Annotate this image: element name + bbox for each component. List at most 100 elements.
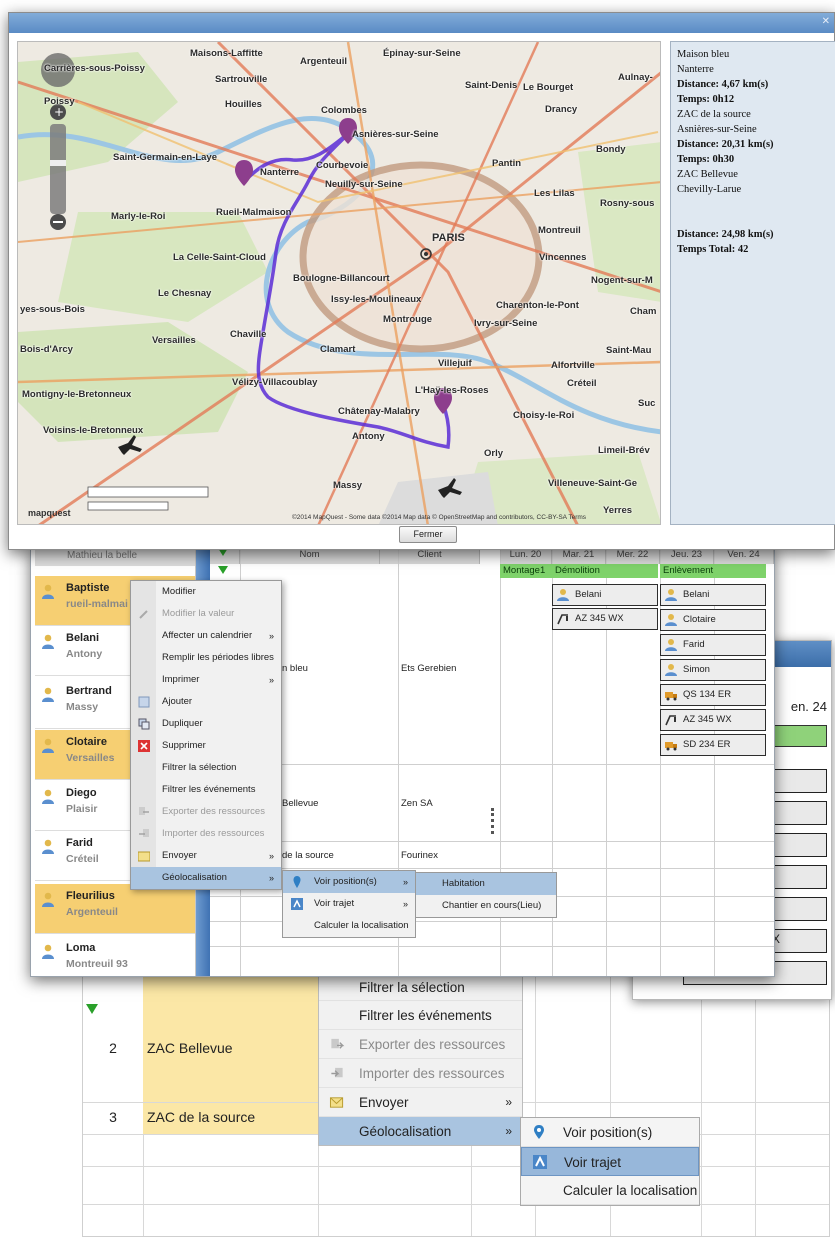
edit-icon: [139, 610, 148, 619]
info-line: Maison bleu: [677, 49, 730, 60]
map-attribution[interactable]: ©2014 MapQuest - Some data ©2014 Map dat…: [292, 514, 586, 521]
menu-item-print[interactable]: Imprimer »: [131, 669, 281, 691]
info-time: Temps: 0h30: [677, 154, 735, 165]
event-resource[interactable]: Belani: [552, 584, 658, 606]
close-icon[interactable]: ✕: [822, 16, 830, 27]
export-icon: [331, 1038, 345, 1049]
menu-item-label: Voir position(s): [314, 876, 377, 887]
row-label[interactable]: ZAC Bellevue: [147, 1040, 233, 1056]
menu-item-label: Calculer la localisation: [314, 920, 409, 931]
map-place-label: Villejuif: [438, 358, 472, 369]
menu-item-view-positions[interactable]: Voir position(s) »: [283, 871, 415, 893]
close-button[interactable]: Fermer: [399, 526, 457, 543]
event-resource[interactable]: Clotaire: [660, 609, 766, 631]
event-vehicle[interactable]: AZ 345 WX: [660, 709, 766, 731]
menu-item-view-route[interactable]: Voir trajet »: [283, 893, 415, 915]
resize-handle[interactable]: [491, 808, 494, 834]
event-demolition[interactable]: Démolition: [552, 564, 658, 578]
menu-item-compute-location[interactable]: Calculer la localisation: [283, 915, 415, 937]
menu-item-delete[interactable]: Supprimer: [131, 735, 281, 757]
menu-item-label: Remplir les périodes libres: [162, 652, 274, 663]
map-view[interactable]: + Maisons-Laffitte Épinay-sur-Seine Arge…: [17, 41, 661, 525]
map-place-label: Villeneuve-Saint-Ge: [548, 478, 638, 489]
row-divider: [210, 868, 774, 869]
info-time: Temps: 0h12: [677, 94, 735, 105]
map-place-label: Bondy: [596, 144, 626, 155]
menu-item-label: Filtrer les événements: [162, 784, 256, 795]
expand-triangle-icon[interactable]: [86, 1004, 98, 1014]
row-divider: [83, 1166, 829, 1167]
resource-name: Farid: [66, 837, 93, 849]
event-enlevement[interactable]: Enlèvement: [660, 564, 766, 578]
position-submenu: Habitation Chantier en cours(Lieu): [415, 872, 557, 918]
zoom-slider-icon[interactable]: +: [40, 52, 80, 232]
row-name[interactable]: Bellevue: [282, 798, 318, 809]
grid-line: [701, 976, 702, 1236]
menu-item-label: Voir trajet: [314, 898, 355, 909]
large-context-menu: Filtrer la sélection Filtrer les événeme…: [318, 975, 523, 1146]
menu-item-filter-events[interactable]: Filtrer les événements: [131, 779, 281, 801]
menu-item-modify[interactable]: Modifier: [131, 581, 281, 603]
map-place-label: Le Chesnay: [158, 288, 212, 299]
event-label: Clotaire: [683, 614, 716, 625]
menu-item-label: Géolocalisation: [162, 872, 227, 883]
import-icon: [139, 829, 149, 837]
map-pin-icon: [534, 1125, 544, 1139]
day-header: en. 24: [790, 699, 827, 714]
menu-item-geolocation[interactable]: Géolocalisation »: [131, 867, 281, 889]
menu-item-current-site[interactable]: Chantier en cours(Lieu): [416, 895, 556, 917]
row-name[interactable]: n bleu: [282, 663, 308, 674]
resource-name: Fleurilius: [66, 890, 115, 902]
menu-item-fill-free-periods[interactable]: Remplir les périodes libres: [131, 647, 281, 669]
resource-city: rueil-malmai: [66, 598, 128, 610]
info-total-distance: Distance: 24,98 km(s): [677, 229, 774, 240]
event-resource[interactable]: Farid: [660, 634, 766, 656]
event-resource[interactable]: Simon: [660, 659, 766, 681]
resource-city: Montreuil 93: [66, 958, 128, 970]
event-resource[interactable]: Belani: [660, 584, 766, 606]
menu-item-filter-events[interactable]: Filtrer les événements: [319, 1000, 522, 1029]
menu-item-add[interactable]: Ajouter: [131, 691, 281, 713]
menu-item-geolocation[interactable]: Géolocalisation »: [319, 1116, 522, 1145]
event-vehicle[interactable]: AZ 345 WX: [552, 608, 658, 630]
map-place-label: Rueil-Malmaison: [216, 207, 292, 218]
resource-name: Diego: [66, 787, 97, 799]
map-place-label: Ivry-sur-Seine: [474, 318, 538, 329]
map-place-label: Épinay-sur-Seine: [383, 48, 461, 59]
menu-item-import-resources[interactable]: Importer des ressources: [319, 1058, 522, 1087]
menu-item-duplicate[interactable]: Dupliquer: [131, 713, 281, 735]
menu-item-view-route[interactable]: Voir trajet: [521, 1147, 699, 1176]
resource-item[interactable]: Loma Montreuil 93: [35, 936, 195, 976]
menu-item-import-resources[interactable]: Importer des ressources: [131, 823, 281, 845]
menu-item-export-resources[interactable]: Exporter des ressources: [131, 801, 281, 823]
map-place-label: Massy: [333, 480, 363, 491]
map-place-label: Argenteuil: [300, 56, 347, 67]
menu-item-send[interactable]: Envoyer »: [131, 845, 281, 867]
menu-item-view-positions[interactable]: Voir position(s): [521, 1118, 699, 1147]
resource-city: Plaisir: [66, 803, 98, 815]
menu-item-habitation[interactable]: Habitation: [416, 873, 556, 895]
menu-item-send[interactable]: Envoyer »: [319, 1087, 522, 1116]
map-place-label: Clamart: [320, 344, 356, 355]
row-name[interactable]: de la source: [282, 850, 334, 861]
person-icon: [42, 839, 54, 854]
menu-item-filter-selection[interactable]: Filtrer la sélection: [319, 976, 522, 1000]
event-vehicle[interactable]: SD 234 ER: [660, 734, 766, 756]
expand-triangle-icon[interactable]: [218, 566, 228, 574]
map-zoom-control[interactable]: +: [40, 52, 80, 232]
event-montage[interactable]: Montage1: [500, 564, 552, 578]
row-label[interactable]: ZAC de la source: [147, 1109, 255, 1125]
menu-item-assign-calendar[interactable]: Affecter un calendrier »: [131, 625, 281, 647]
event-vehicle[interactable]: QS 134 ER: [660, 684, 766, 706]
route-icon: [533, 1155, 547, 1169]
menu-item-filter-selection[interactable]: Filtrer la sélection: [131, 757, 281, 779]
person-icon: [42, 584, 54, 599]
menu-item-label: Imprimer: [162, 674, 200, 685]
map-place-label: Houilles: [225, 99, 262, 110]
menu-item-modify-value[interactable]: Modifier la valeur: [131, 603, 281, 625]
menu-item-compute-location[interactable]: Calculer la localisation: [521, 1176, 699, 1205]
resource-item[interactable]: Fleurilius Argenteuil: [35, 884, 195, 934]
menu-item-label: Exporter des ressources: [359, 1037, 506, 1052]
map-place-label: yes-sous-Bois: [20, 304, 85, 315]
menu-item-export-resources[interactable]: Exporter des ressources: [319, 1029, 522, 1058]
